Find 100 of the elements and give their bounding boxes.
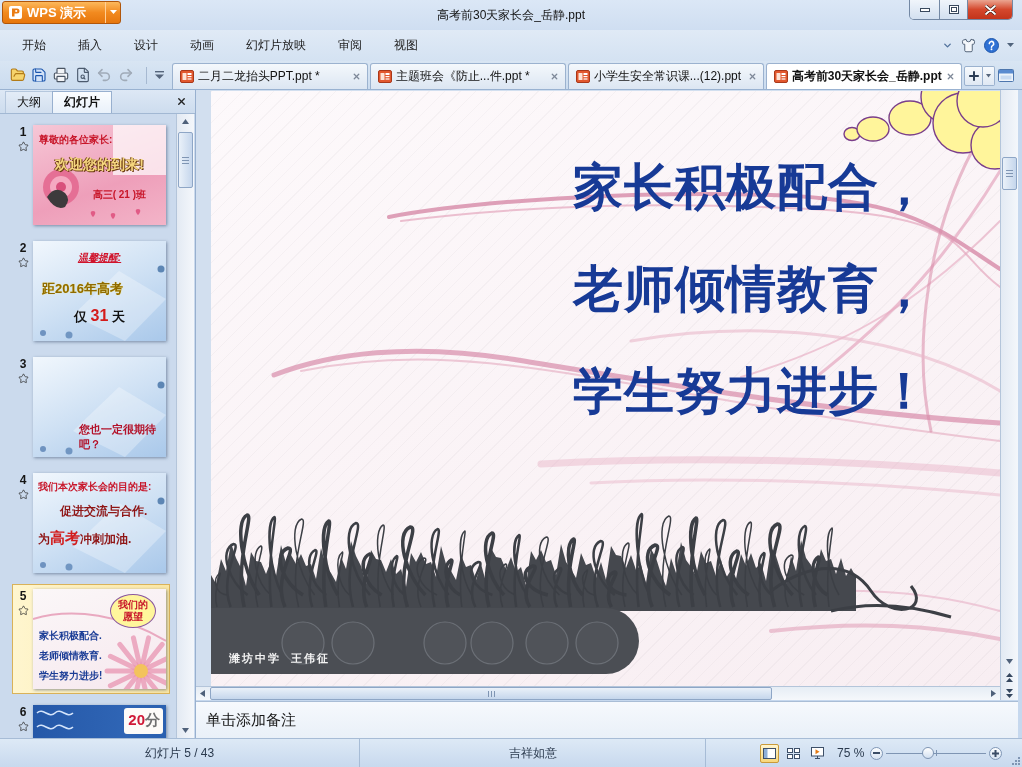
slide-list-item[interactable]: 2 温馨提醒: 距2016年高考 仅 31 天 — [12, 236, 170, 346]
zoom-out-button[interactable] — [870, 746, 884, 760]
minus-icon — [873, 752, 881, 754]
menu-item[interactable]: 幻灯片放映 — [230, 33, 322, 58]
save-icon — [31, 67, 48, 83]
thumbnail-text: 家长积极配合. — [39, 629, 102, 643]
star-icon — [17, 489, 29, 500]
slide-list-item[interactable]: 4 我们本次家长会的目的是: 促进交流与合作. 为高考冲刺加油. — [12, 468, 170, 578]
slider-thumb[interactable] — [922, 747, 935, 759]
star-icon — [17, 605, 29, 616]
close-icon[interactable] — [945, 72, 955, 81]
slide-list-item[interactable]: 6 20分 — [12, 700, 170, 738]
thumbnail-text: 欢迎您的到来! — [55, 156, 144, 174]
thumbnail-text: 老师倾情教育. — [39, 649, 102, 663]
zoom-in-button[interactable] — [989, 746, 1003, 760]
slide-list-item[interactable]: 1 尊敬的各位家长: 欢迎您的到来! 高三( 21 )班 — [12, 120, 170, 230]
close-icon[interactable] — [747, 72, 757, 81]
slide-number: 1 — [19, 126, 27, 139]
slide-text: 家长积极配合， — [573, 160, 930, 215]
plus-icon — [992, 749, 1000, 757]
scrollbar-thumb[interactable] — [178, 132, 193, 188]
bubble-icon — [65, 563, 73, 571]
menu-item[interactable]: 插入 — [62, 33, 118, 58]
thumbnail-text: 距2016年高考 — [42, 280, 123, 298]
thumbnail-text: 20分 — [124, 708, 163, 734]
slide-number: 5 — [19, 590, 27, 603]
presentation-file-icon — [575, 70, 590, 83]
triangle-down-icon — [1006, 658, 1013, 665]
next-slide-button[interactable] — [1000, 686, 1018, 700]
panel-tab[interactable]: 幻灯片 — [52, 91, 112, 113]
slide-number: 2 — [19, 242, 27, 255]
close-icon[interactable] — [549, 72, 559, 81]
bubble-icon — [40, 562, 46, 568]
presentation-file-icon — [179, 70, 194, 83]
panel-tab[interactable]: 大纲 — [5, 91, 53, 113]
ring-icon — [331, 621, 375, 665]
close-icon[interactable] — [351, 72, 361, 81]
window-layout-icon — [998, 68, 1015, 82]
ring-icon — [575, 621, 619, 665]
document-tab[interactable]: 二月二龙抬头PPT.ppt * — [171, 63, 368, 89]
caret-icon — [109, 10, 117, 15]
zoom-percent: 75 % — [837, 746, 865, 760]
slide-counter: 幻灯片 5 / 43 — [144, 744, 215, 762]
document-tab[interactable]: 主题班会《防止...件.ppt * — [369, 63, 566, 89]
menu-item[interactable]: 设计 — [118, 33, 174, 58]
close-icon — [984, 4, 996, 15]
slide-text: 老师倾情教育， — [573, 262, 930, 317]
vertical-scrollbar[interactable] — [1000, 90, 1018, 686]
shirt-icon[interactable] — [961, 38, 976, 53]
thumbnail-text: 尊敬的各位家长: — [39, 133, 113, 147]
ring-icon — [423, 621, 467, 665]
menu-item[interactable]: 动画 — [174, 33, 230, 58]
minimize-button[interactable] — [910, 0, 939, 19]
panel-close-button[interactable] — [176, 96, 187, 107]
resize-grip-icon[interactable] — [1012, 757, 1020, 765]
close-button[interactable] — [967, 0, 1012, 19]
new-tab-button[interactable] — [963, 66, 984, 86]
bubble-icon — [40, 330, 46, 336]
double-up-icon — [1006, 673, 1013, 682]
new-tab-menu-button[interactable] — [983, 66, 996, 86]
bubble-icon — [157, 381, 165, 389]
bubble-icon — [65, 447, 73, 455]
bubble-icon — [157, 265, 165, 273]
document-tab[interactable]: 高考前30天家长会_岳静.ppt — [765, 63, 962, 89]
heart-icon — [110, 213, 116, 219]
heart-icon — [135, 209, 141, 215]
document-tab[interactable]: 小学生安全常识课...(12).ppt — [567, 63, 764, 89]
menu-item[interactable]: 视图 — [378, 33, 434, 58]
slideshow-icon — [811, 747, 824, 759]
vertical-scrollbar[interactable] — [176, 114, 194, 738]
scrollbar-thumb[interactable] — [1002, 157, 1017, 190]
caret-icon[interactable] — [1007, 43, 1014, 48]
presentation-file-icon — [377, 70, 392, 83]
maximize-icon — [948, 5, 959, 14]
menu-item[interactable]: 开始 — [6, 33, 62, 58]
thumbnail-text: 我们本次家长会的目的是: — [38, 480, 152, 494]
thumbnail-text: 学生努力进步! — [39, 669, 103, 683]
slide-list-item[interactable]: 3 您也一定很期待吧？ — [12, 352, 170, 462]
slide-list-item[interactable]: 5 我们的愿望 家长积极配合. 老师倾情教育. 学生努力进步! — [12, 584, 170, 694]
star-icon — [17, 373, 29, 384]
caret-icon — [986, 74, 992, 78]
notes-field[interactable]: 单击添加备注 — [196, 701, 1018, 738]
star-icon — [17, 257, 29, 268]
triangle-left-icon — [199, 690, 206, 697]
scrollbar-thumb[interactable] — [210, 687, 772, 700]
triangle-right-icon — [990, 690, 997, 697]
slide-number: 6 — [19, 706, 27, 719]
thumbnail-text: 高三( 21 )班 — [92, 188, 146, 202]
slide-number: 4 — [19, 474, 27, 487]
menu-item[interactable]: 审阅 — [322, 33, 378, 58]
chevron-down-icon[interactable] — [942, 40, 953, 51]
help-icon[interactable] — [984, 38, 999, 53]
maximize-button[interactable] — [939, 0, 967, 19]
caret-icon — [154, 71, 164, 79]
thumbnail-text: 您也一定很期待吧？ — [79, 422, 157, 451]
thumbnail-text: 我们的愿望 — [110, 594, 156, 628]
horizontal-scrollbar[interactable] — [196, 686, 1000, 700]
normal-view-icon — [763, 747, 776, 759]
close-icon — [176, 96, 187, 107]
normal-view-button[interactable] — [760, 743, 779, 763]
